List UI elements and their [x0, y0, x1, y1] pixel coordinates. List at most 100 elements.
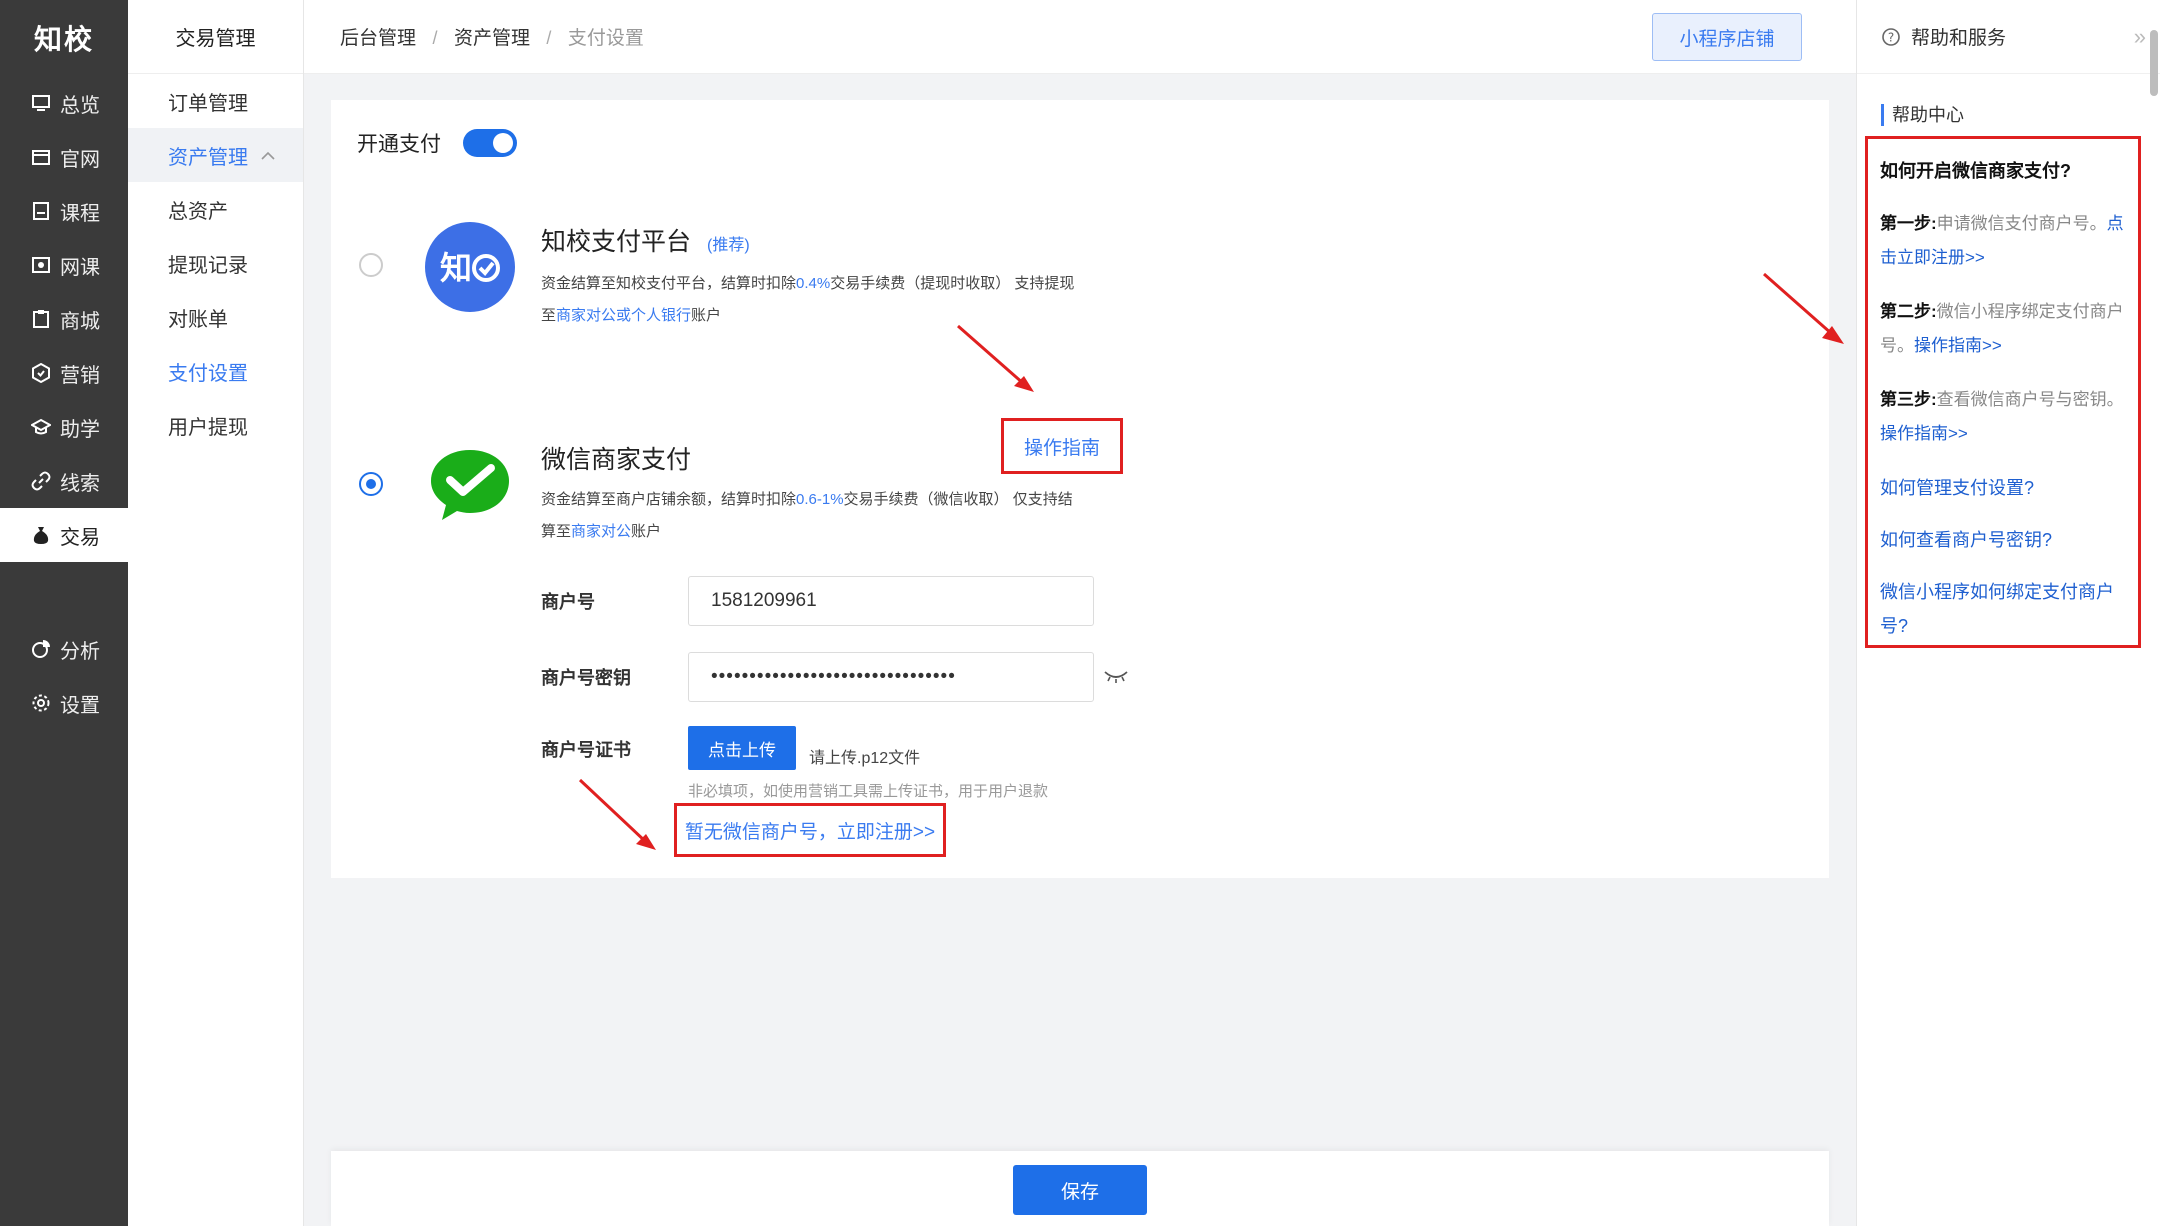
wechat-title: 微信商家支付 — [541, 446, 692, 474]
enable-payment-toggle[interactable] — [463, 129, 517, 157]
register-merchant-link[interactable]: 暂无微信商户号，立即注册>> — [685, 817, 935, 844]
help-panel: ? 帮助和服务 » 帮助中心 如何开启微信商家支付? 第一步:申请微信支付商户号… — [1856, 0, 2160, 1226]
help-link[interactable]: 如何管理支付设置? — [1880, 471, 2128, 505]
collapse-panel-icon[interactable]: » — [2134, 24, 2146, 50]
nav-item-online-course[interactable]: 网课 — [0, 238, 128, 292]
nav-item-website[interactable]: 官网 — [0, 130, 128, 184]
eye-closed-icon[interactable] — [1103, 668, 1129, 684]
nav-item-study[interactable]: 助学 — [0, 400, 128, 454]
logo: 知校 — [33, 23, 94, 56]
breadcrumb-item[interactable]: 后台管理 — [340, 28, 416, 49]
annotation-arrow — [957, 324, 1034, 392]
svg-text:?: ? — [1888, 30, 1894, 44]
store-icon — [30, 146, 52, 168]
nav-label: 商城 — [60, 310, 100, 333]
nav-item-settings[interactable]: 设置 — [0, 676, 128, 730]
help-title: 帮助和服务 — [1911, 28, 2007, 49]
desc-text: 交易手续费（提现时收取） 支持提现 — [830, 275, 1075, 292]
link-icon — [30, 470, 52, 492]
chevron-up-icon — [261, 144, 275, 167]
wechat-pay-logo — [425, 440, 515, 530]
sub-item-withdraw-records[interactable]: 提现记录 — [128, 236, 303, 290]
question-circle-icon: ? — [1881, 27, 1901, 47]
annotation-arrow — [1763, 272, 1844, 344]
recommended-badge: (推荐) — [707, 237, 750, 254]
merchant-key-input[interactable] — [688, 652, 1094, 702]
annotation-box-help: 如何开启微信商家支付? 第一步:申请微信支付商户号。点击立即注册>> 第二步:微… — [1865, 136, 2141, 648]
main-nav: 知校 总览 官网 课程 网课 商城 营销 助学 线索 交易 分析 设置 — [0, 0, 128, 1226]
nav-label: 交易 — [60, 526, 100, 549]
settlement-target: 商家对公或个人银行 — [556, 307, 692, 324]
sub-item-assets[interactable]: 资产管理 — [128, 128, 303, 182]
upload-tip: 请上传.p12文件 — [809, 750, 921, 767]
sub-item-user-withdraw[interactable]: 用户提现 — [128, 398, 303, 452]
help-step: 第一步:申请微信支付商户号。点击立即注册>> — [1880, 207, 2128, 275]
sub-item-payment-settings[interactable]: 支付设置 — [128, 344, 303, 398]
desc-text: 交易手续费（微信收取） 仅支持结 — [843, 491, 1073, 508]
breadcrumb: 后台管理 / 资产管理 / 支付设置 — [340, 23, 644, 50]
scrollbar[interactable] — [2150, 30, 2158, 96]
help-link[interactable]: 微信小程序如何绑定支付商户号? — [1880, 575, 2128, 643]
operation-guide-link[interactable]: 操作指南 — [1024, 433, 1100, 460]
nav-label: 网课 — [60, 256, 100, 279]
breadcrumb-current: 支付设置 — [567, 28, 644, 49]
zhixiao-title: 知校支付平台 (推荐) — [541, 222, 750, 258]
svg-text:知: 知 — [440, 249, 472, 287]
help-link[interactable]: 如何查看商户号密钥? — [1880, 523, 2128, 557]
step-link[interactable]: 操作指南>> — [1880, 424, 1968, 443]
sub-item-total-assets[interactable]: 总资产 — [128, 182, 303, 236]
merchant-cert-label: 商户号证书 — [541, 740, 631, 760]
nav-item-overview[interactable]: 总览 — [0, 76, 128, 130]
desc-text: 账户 — [691, 307, 722, 324]
video-icon — [30, 254, 52, 276]
step-link[interactable]: 操作指南>> — [1914, 336, 2002, 355]
nav-label: 分析 — [60, 640, 100, 663]
nav-item-analytics[interactable]: 分析 — [0, 622, 128, 676]
nav-label: 线索 — [60, 472, 100, 495]
nav-item-mall[interactable]: 商城 — [0, 292, 128, 346]
clipboard-icon — [30, 308, 52, 330]
step-head: 第三步: — [1880, 390, 1937, 409]
upload-button[interactable]: 点击上传 — [688, 726, 796, 770]
desc-text: 算至 — [541, 523, 572, 540]
fee-rate: 0.6-1% — [796, 491, 844, 508]
nav-item-marketing[interactable]: 营销 — [0, 346, 128, 400]
breadcrumb-separator: / — [546, 28, 552, 48]
nav-item-course[interactable]: 课程 — [0, 184, 128, 238]
merchant-id-input[interactable] — [688, 576, 1094, 626]
enable-payment-label: 开通支付 — [357, 133, 441, 156]
mini-program-store-button[interactable]: 小程序店铺 — [1652, 13, 1802, 61]
help-step: 第三步:查看微信商户号与密钥。操作指南>> — [1880, 383, 2128, 451]
desc-text: 至 — [541, 307, 557, 324]
help-center-label: 帮助中心 — [1881, 104, 1964, 126]
wechat-radio[interactable] — [359, 472, 383, 496]
help-header: ? 帮助和服务 » — [1857, 0, 2160, 74]
fee-rate: 0.4% — [796, 275, 831, 292]
nav-item-leads[interactable]: 线索 — [0, 454, 128, 508]
analytics-icon — [30, 638, 52, 660]
save-button[interactable]: 保存 — [1013, 1165, 1147, 1215]
nav-label: 营销 — [60, 364, 100, 387]
breadcrumb-separator: / — [432, 28, 438, 48]
nav-label: 总览 — [60, 94, 100, 117]
step-head: 第一步: — [1880, 214, 1937, 233]
nav-item-trade[interactable]: 交易 — [0, 508, 128, 562]
sub-item-statements[interactable]: 对账单 — [128, 290, 303, 344]
subnav-title: 交易管理 — [128, 0, 303, 74]
step-text: 查看微信商户号与密钥。 — [1936, 390, 2124, 409]
help-step: 第二步:微信小程序绑定支付商户号。操作指南>> — [1880, 295, 2128, 363]
cert-hint: 非必填项，如使用营销工具需上传证书，用于用户退款 — [688, 783, 1049, 800]
nav-label: 官网 — [60, 148, 100, 171]
sub-item-label: 资产管理 — [168, 146, 248, 169]
help-question: 如何开启微信商家支付? — [1880, 161, 2071, 181]
gear-icon — [30, 692, 52, 714]
breadcrumb-item[interactable]: 资产管理 — [454, 28, 530, 49]
annotation-box-register: 暂无微信商户号，立即注册>> — [674, 803, 946, 857]
merchant-key-label: 商户号密钥 — [541, 668, 631, 688]
sub-item-orders[interactable]: 订单管理 — [128, 74, 303, 128]
book-icon — [30, 200, 52, 222]
wechat-description: 资金结算至商户店铺余额，结算时扣除0.6-1%交易手续费（微信收取） 仅支持结 … — [541, 484, 1151, 548]
footer-bar: 保存 — [331, 1151, 1829, 1226]
zhixiao-radio[interactable] — [359, 253, 383, 277]
header: 后台管理 / 资产管理 / 支付设置 小程序店铺 — [304, 0, 1856, 74]
